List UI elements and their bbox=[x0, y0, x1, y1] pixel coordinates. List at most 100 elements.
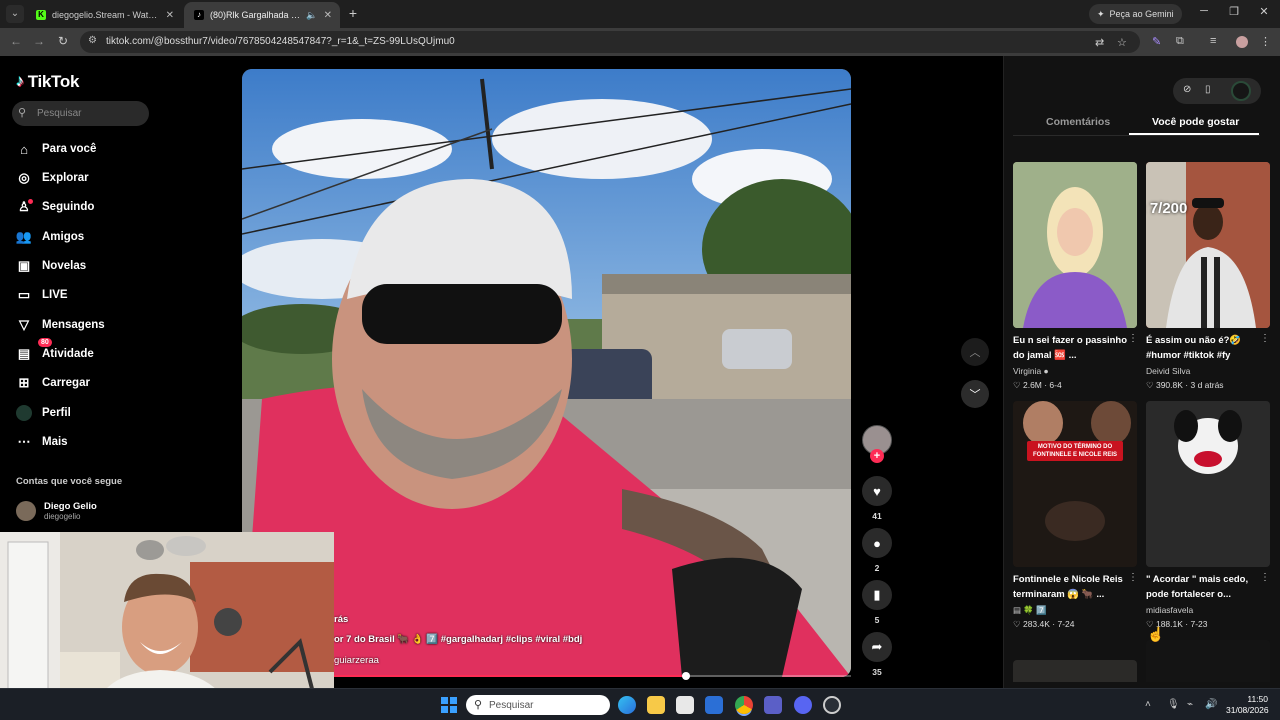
more-options-icon[interactable]: ⋮ bbox=[1260, 572, 1270, 583]
more-options-icon[interactable]: ⋮ bbox=[1260, 333, 1270, 344]
close-tab-icon[interactable]: ✕ bbox=[166, 10, 174, 21]
more-options-icon[interactable]: ⋮ bbox=[1128, 333, 1138, 344]
microphone-icon[interactable]: 🎙 bbox=[1167, 699, 1180, 710]
app-icon[interactable] bbox=[823, 696, 841, 714]
chrome-icon[interactable] bbox=[735, 696, 753, 714]
phone-icon[interactable]: ▯ bbox=[1205, 84, 1211, 95]
nav-seguindo[interactable]: ♙ Seguindo bbox=[16, 197, 94, 217]
chevron-up-icon[interactable]: ˄ bbox=[1145, 699, 1151, 710]
chrome-menu-icon[interactable]: ⋮ bbox=[1260, 35, 1271, 48]
close-tab-icon[interactable]: ✕ bbox=[324, 10, 332, 21]
back-icon[interactable]: ← bbox=[8, 34, 24, 48]
card-author[interactable]: ▤ 🍀 7️⃣ bbox=[1013, 605, 1047, 616]
store-icon[interactable] bbox=[676, 696, 694, 714]
edge-icon[interactable] bbox=[618, 696, 636, 714]
discord-icon[interactable] bbox=[794, 696, 812, 714]
tiktok-logo[interactable]: ♪ TikTok bbox=[16, 72, 79, 92]
tab-search-chevron-icon[interactable]: ⌄ bbox=[6, 5, 24, 23]
outlook-icon[interactable] bbox=[705, 696, 723, 714]
extension-pen-icon[interactable]: ✎ bbox=[1152, 35, 1161, 48]
nav-para-voce[interactable]: ⌂ Para você bbox=[16, 139, 96, 159]
card-author[interactable]: Deivid Silva bbox=[1146, 366, 1190, 376]
taskbar-clock[interactable]: 11:50 31/08/2026 bbox=[1226, 694, 1269, 716]
bookmark-star-icon[interactable]: ☆ bbox=[1117, 36, 1127, 49]
site-info-icon[interactable]: ⚙ bbox=[88, 35, 97, 46]
teams-icon[interactable] bbox=[764, 696, 782, 714]
video-thumbnail[interactable]: MOTIVO DO TÉRMINO DO FONTINNELE E NICOLE… bbox=[1013, 401, 1137, 567]
close-window-icon[interactable]: ✕ bbox=[1256, 5, 1272, 18]
compass-icon[interactable]: ⊘ bbox=[1183, 84, 1191, 95]
gemini-button[interactable]: ✦ Peça ao Gemini bbox=[1089, 4, 1182, 24]
nav-carregar[interactable]: ⊞ Carregar bbox=[16, 373, 90, 393]
avatar[interactable] bbox=[1231, 81, 1251, 101]
video-caption-text[interactable]: or 7 do Brasil 🐂 👌 7️⃣ #gargalhadarj #cl… bbox=[334, 634, 582, 645]
speaker-icon[interactable]: 🔈 bbox=[306, 10, 317, 21]
url-text[interactable]: tiktok.com/@bossthur7/video/767850424854… bbox=[106, 36, 455, 47]
card-author[interactable]: Virginia ● bbox=[1013, 366, 1049, 376]
comment-icon: ● bbox=[873, 535, 881, 551]
heart-icon: ♥ bbox=[873, 483, 881, 499]
video-thumbnail[interactable] bbox=[1146, 640, 1270, 682]
nav-mais[interactable]: ⋯ Mais bbox=[16, 432, 68, 452]
upload-icon: ⊞ bbox=[18, 375, 30, 390]
reading-list-icon[interactable]: ≡ bbox=[1210, 35, 1216, 47]
save-button[interactable]: ▮ bbox=[862, 580, 892, 610]
restore-icon[interactable]: ❐ bbox=[1226, 5, 1242, 18]
translate-icon[interactable]: ⇄ bbox=[1095, 36, 1104, 49]
browser-toolbar: ← → ↻ ⚙ tiktok.com/@bossthur7/video/7678… bbox=[0, 28, 1280, 56]
progress-knob[interactable] bbox=[681, 672, 690, 680]
nav-label: Carregar bbox=[42, 377, 90, 389]
save-count: 5 bbox=[874, 615, 880, 625]
messages-icon: ▽ bbox=[19, 317, 29, 332]
previous-video-button[interactable]: ︿ bbox=[961, 338, 989, 366]
video-thumbnail[interactable] bbox=[1013, 660, 1137, 682]
card-title[interactable]: Fontinnele e Nicole Reis terminaram 😱 🐂 … bbox=[1013, 572, 1131, 602]
reload-icon[interactable]: ↻ bbox=[55, 34, 71, 48]
profile-avatar-icon[interactable] bbox=[1236, 36, 1248, 48]
minimize-icon[interactable]: ─ bbox=[1196, 5, 1212, 17]
taskbar-search-input[interactable]: ⚲ Pesquisar bbox=[466, 695, 610, 715]
network-icon[interactable]: ⌁ bbox=[1187, 699, 1193, 710]
nav-perfil[interactable]: Perfil bbox=[16, 403, 71, 423]
tab-comentarios[interactable]: Comentários bbox=[1046, 116, 1110, 128]
thumbnail-overlay-text: Subs: 7/200 bbox=[1146, 200, 1188, 217]
avatar bbox=[16, 501, 36, 521]
video-progress-bar[interactable] bbox=[334, 672, 851, 680]
nav-explorar[interactable]: ◎ Explorar bbox=[16, 168, 88, 188]
video-thumbnail[interactable] bbox=[1146, 401, 1270, 567]
card-title[interactable]: É assim ou não é?🤣 #humor #tiktok #fy bbox=[1146, 333, 1264, 363]
new-tab-button[interactable]: + bbox=[345, 5, 361, 21]
tab-voce-pode-gostar[interactable]: Você pode gostar bbox=[1152, 116, 1239, 128]
tiktok-favicon-icon: ♪ bbox=[194, 10, 204, 20]
more-options-icon[interactable]: ⋮ bbox=[1128, 572, 1138, 583]
browser-tab-tiktok[interactable]: ♪ (80)Rlk Gargalhada Maior 7 🔈 ✕ bbox=[184, 2, 340, 28]
following-account[interactable]: Diego Gelio diegogelio bbox=[16, 501, 97, 521]
nav-amigos[interactable]: 👥 Amigos bbox=[16, 227, 84, 247]
volume-icon[interactable]: 🔊 bbox=[1205, 699, 1217, 710]
card-stats: ♡ 283.4K · 7-24 bbox=[1013, 619, 1075, 629]
browser-tab-kick[interactable]: K diegogelio.Stream - Watch Live ✕ bbox=[26, 2, 182, 28]
extensions-puzzle-icon[interactable]: ⧉ bbox=[1176, 35, 1184, 48]
next-video-button[interactable]: ﹀ bbox=[961, 380, 989, 408]
video-thumbnail[interactable]: Subs: 7/200 bbox=[1146, 162, 1270, 328]
nav-atividade[interactable]: ▤ 80 Atividade bbox=[16, 338, 94, 364]
share-button[interactable]: ➦ bbox=[862, 632, 892, 662]
nav-novelas[interactable]: ▣ Novelas bbox=[16, 256, 86, 276]
video-thumbnail[interactable] bbox=[1013, 162, 1137, 328]
video-caption-sound[interactable]: guiarzeraa bbox=[334, 655, 379, 666]
activity-icon: ▤ bbox=[17, 346, 31, 361]
comment-button[interactable]: ● bbox=[862, 528, 892, 558]
file-explorer-icon[interactable] bbox=[647, 696, 665, 714]
like-button[interactable]: ♥ bbox=[862, 476, 892, 506]
forward-icon[interactable]: → bbox=[31, 34, 47, 48]
nav-live[interactable]: ▭ LIVE bbox=[16, 285, 68, 305]
address-bar[interactable]: ⚙ tiktok.com/@bossthur7/video/7678504248… bbox=[80, 31, 1140, 53]
card-title[interactable]: " Acordar " mais cedo, pode fortalecer o… bbox=[1146, 572, 1264, 602]
nav-mensagens[interactable]: ▽ Mensagens bbox=[16, 315, 105, 335]
follow-plus-icon[interactable]: + bbox=[870, 449, 884, 463]
search-input[interactable]: ⚲ Pesquisar bbox=[12, 101, 149, 126]
video-caption-author: rás bbox=[334, 614, 349, 625]
card-author[interactable]: midiasfavela bbox=[1146, 605, 1193, 615]
windows-start-icon[interactable] bbox=[441, 697, 457, 713]
card-title[interactable]: Eu n sei fazer o passinho do jamal 🆘 ... bbox=[1013, 333, 1131, 363]
